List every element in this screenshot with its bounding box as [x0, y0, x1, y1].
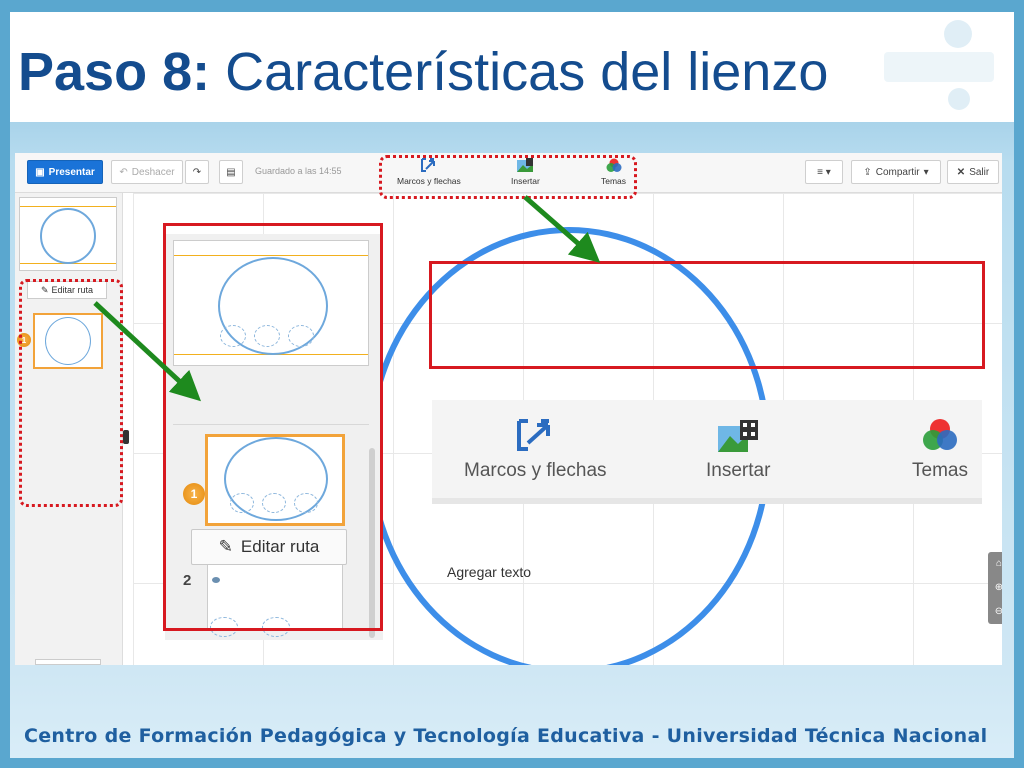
- save-button[interactable]: ▤: [219, 160, 243, 184]
- zoom-out-icon[interactable]: ⊖: [988, 600, 1002, 624]
- watermark-logo: [884, 18, 994, 118]
- menu-icon: ≡ ▾: [817, 166, 831, 178]
- present-button[interactable]: ▣ Presentar: [27, 160, 103, 184]
- sidebar-collapse-handle[interactable]: [123, 430, 129, 444]
- share-button[interactable]: ⇪ Compartir ▾: [851, 160, 941, 184]
- sidebar-highlight-dotted: [19, 279, 123, 507]
- zoomed-insert-toolbar: Marcos y flechas Insertar Temas: [432, 400, 982, 504]
- menu-button[interactable]: ≡ ▾: [805, 160, 843, 184]
- insert-image-icon: [718, 420, 759, 452]
- themes-icon: [922, 419, 957, 450]
- slide-footer: Centro de Formación Pedagógica y Tecnolo…: [24, 725, 988, 747]
- zoomed-insert-tool[interactable]: Insertar: [706, 418, 770, 482]
- chevron-down-icon: ▾: [923, 166, 929, 178]
- toolbar-highlight-dotted: [379, 155, 637, 199]
- redo-icon: ↷: [192, 166, 202, 178]
- present-icon: ▣: [35, 166, 45, 178]
- save-icon: ▤: [226, 166, 236, 178]
- add-text-placeholder[interactable]: Agregar texto: [447, 564, 531, 580]
- zoomed-frames-arrows-tool[interactable]: Marcos y flechas: [464, 418, 607, 482]
- overview-thumbnail[interactable]: [19, 197, 117, 271]
- zoomed-toolbar-highlight: [429, 261, 985, 369]
- zoom-controls: ⌂ ⊕ ⊖: [988, 552, 1002, 624]
- zoomed-themes-tool[interactable]: Temas: [912, 418, 968, 482]
- step-title: Características del lienzo: [225, 42, 829, 102]
- zoomed-panel-highlight: [163, 223, 383, 631]
- frames-arrows-icon: [517, 419, 551, 451]
- undo-icon: ↶: [119, 166, 128, 178]
- zoom-in-icon[interactable]: ⊕: [988, 576, 1002, 600]
- step-label: Paso 8:: [18, 42, 211, 102]
- slide-title: Paso 8: Características del lienzo: [18, 42, 828, 102]
- share-icon: ⇪: [863, 166, 872, 178]
- thumbnail-scroll-edge: [35, 659, 101, 665]
- home-icon[interactable]: ⌂: [988, 552, 1002, 576]
- close-icon: ✕: [956, 166, 966, 178]
- slide: Paso 8: Características del lienzo ▣ Pres…: [10, 12, 1014, 758]
- exit-button[interactable]: ✕ Salir: [947, 160, 999, 184]
- redo-button[interactable]: ↷: [185, 160, 209, 184]
- prezi-screenshot: ▣ Presentar ↶ Deshacer ↷ ▤ Guardado a las …: [15, 153, 1002, 665]
- undo-button[interactable]: ↶ Deshacer: [111, 160, 183, 184]
- saved-status: Guardado a las 14:55: [255, 166, 342, 176]
